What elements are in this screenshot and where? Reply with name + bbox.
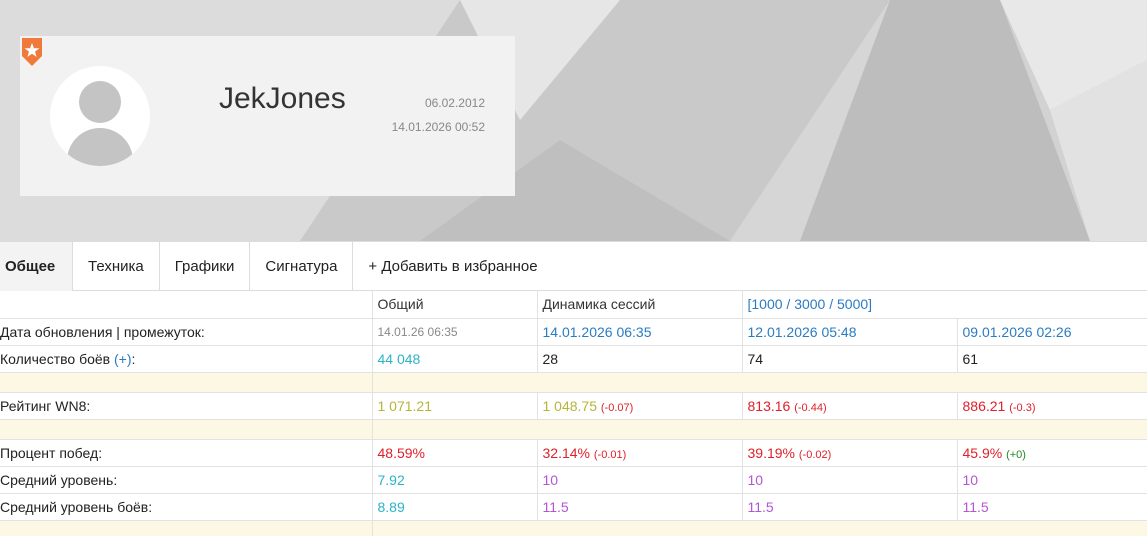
tab-vehicles[interactable]: Техника: [73, 242, 160, 291]
table-spacer-row: [0, 419, 1147, 440]
battles-plus-link[interactable]: (+): [114, 351, 132, 367]
wn8-s1-cell: 1 048.75 (-0.07): [537, 392, 743, 420]
winrate-s3: 45.9%: [962, 444, 1003, 461]
header-ranges-cell: [1000 / 3000 / 5000]: [742, 291, 1147, 319]
avg-battle-tier-s1: 11.5: [537, 493, 743, 521]
wn8-s1-delta: (-0.07): [600, 401, 634, 414]
header-empty: [0, 291, 373, 319]
battles-s1: 28: [537, 345, 743, 373]
header-total: Общий: [372, 291, 538, 319]
winrate-s3-delta: (+0): [1006, 448, 1026, 461]
registration-date: 06.02.2012: [424, 96, 485, 110]
last-battle-date: 14.01.2026 00:52: [391, 120, 485, 134]
spacer-cell: [0, 372, 373, 393]
session-1-date[interactable]: 14.01.2026 06:35: [537, 318, 743, 346]
profile-banner: JekJones 06.02.2012 14.01.2026 00:52: [0, 0, 1147, 241]
battles-colon: :: [131, 350, 136, 367]
profile-card: JekJones 06.02.2012 14.01.2026 00:52: [20, 36, 515, 196]
avg-tier-s2: 10: [742, 466, 958, 494]
avg-tier-total: 7.92: [372, 466, 538, 494]
tab-bar: Общее Техника Графики Сигнатура + Добави…: [0, 241, 1147, 291]
table-row-winrate: Процент побед: 48.59% 32.14% (-0.01) 39.…: [0, 439, 1147, 467]
avatar-torso: [67, 128, 133, 166]
spacer-cell: [372, 372, 1147, 393]
wn8-total: 1 071.21: [372, 392, 538, 420]
row-label: Рейтинг WN8:: [0, 392, 373, 420]
session-2-date[interactable]: 12.01.2026 05:48: [742, 318, 958, 346]
row-label: Количество боёв (+):: [0, 345, 373, 373]
wn8-s3: 886.21: [962, 397, 1006, 414]
spacer-cell: [372, 419, 1147, 440]
battles-label: Количество боёв: [0, 350, 111, 367]
wn8-s2-delta: (-0.44): [794, 401, 827, 414]
winrate-s1-cell: 32.14% (-0.01): [537, 439, 743, 467]
row-label: Средний уровень:: [0, 466, 373, 494]
winrate-s3-cell: 45.9% (+0): [957, 439, 1147, 467]
table-spacer-row: [0, 520, 1147, 536]
winrate-s1-delta: (-0.01): [593, 448, 627, 461]
table-row-avg-battle-tier: Средний уровень боёв: 8.89 11.5 11.5 11.…: [0, 493, 1147, 521]
avg-tier-s3: 10: [957, 466, 1147, 494]
wn8-s3-delta: (-0.3): [1009, 401, 1036, 414]
tab-signature[interactable]: Сигнатура: [250, 242, 354, 291]
table-row-update: Дата обновления | промежуток: 14.01.26 0…: [0, 318, 1147, 346]
wn8-s3-cell: 886.21 (-0.3): [957, 392, 1147, 420]
battles-s2: 74: [742, 345, 958, 373]
table-row-battles: Количество боёв (+): 44 048 28 74 61: [0, 345, 1147, 373]
avatar: [50, 66, 150, 166]
table-spacer-row: [0, 372, 1147, 393]
session-3-date[interactable]: 09.01.2026 02:26: [957, 318, 1147, 346]
winrate-total: 48.59%: [372, 439, 538, 467]
battles-s3: 61: [957, 345, 1147, 373]
winrate-s2-cell: 39.19% (-0.02): [742, 439, 958, 467]
table-row-wn8: Рейтинг WN8: 1 071.21 1 048.75 (-0.07) 8…: [0, 392, 1147, 420]
battles-total: 44 048: [372, 345, 538, 373]
tab-charts[interactable]: Графики: [160, 242, 251, 291]
row-label: Средний уровень боёв:: [0, 493, 373, 521]
premium-badge-icon: [22, 38, 42, 66]
spacer-cell: [0, 520, 373, 536]
stats-table: Общий Динамика сессий [1000 / 3000 / 500…: [0, 291, 1147, 536]
avg-battle-tier-total: 8.89: [372, 493, 538, 521]
ranges-link[interactable]: [1000 / 3000 / 5000]: [748, 296, 873, 312]
table-header-row: Общий Динамика сессий [1000 / 3000 / 500…: [0, 291, 1147, 319]
wn8-s2-cell: 813.16 (-0.44): [742, 392, 958, 420]
row-label: Дата обновления | промежуток:: [0, 318, 373, 346]
spacer-cell: [0, 419, 373, 440]
avatar-head: [79, 81, 121, 123]
update-total: 14.01.26 06:35: [372, 318, 538, 346]
tab-general[interactable]: Общее: [0, 242, 73, 291]
add-favorite-button[interactable]: + Добавить в избранное: [353, 242, 552, 291]
username: JekJones: [219, 82, 346, 115]
avg-battle-tier-s3: 11.5: [957, 493, 1147, 521]
winrate-s2: 39.19%: [747, 444, 795, 461]
avg-battle-tier-s2: 11.5: [742, 493, 958, 521]
winrate-s2-delta: (-0.02): [798, 448, 832, 461]
wn8-s2: 813.16: [747, 397, 791, 414]
spacer-cell: [372, 520, 1147, 536]
header-dynamics: Динамика сессий: [537, 291, 743, 319]
winrate-s1: 32.14%: [542, 444, 590, 461]
avg-tier-s1: 10: [537, 466, 743, 494]
row-label: Процент побед:: [0, 439, 373, 467]
wn8-s1: 1 048.75: [542, 397, 598, 414]
table-row-avg-tier: Средний уровень: 7.92 10 10 10: [0, 466, 1147, 494]
